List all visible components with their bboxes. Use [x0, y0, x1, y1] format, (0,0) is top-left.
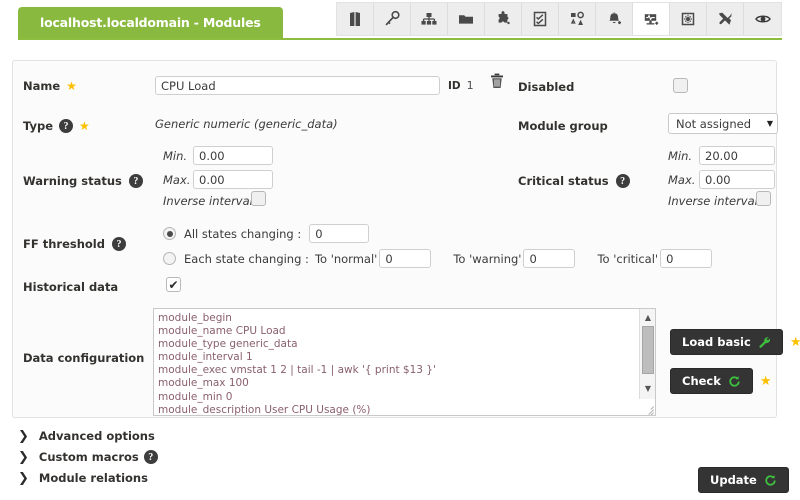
- critical-inverse-label: Inverse interval: [668, 194, 758, 208]
- bell-plus-icon[interactable]: [596, 3, 633, 35]
- critical-inverse-checkbox[interactable]: [756, 191, 771, 206]
- refresh-icon: [728, 375, 741, 388]
- custom-macros-help-icon[interactable]: ?: [143, 450, 158, 464]
- data-configuration-label: Data configuration: [23, 351, 145, 365]
- critical-status-label: Critical status: [518, 174, 609, 188]
- type-help-icon[interactable]: ?: [59, 119, 74, 133]
- trash-icon[interactable]: [489, 73, 505, 95]
- historical-data-label: Historical data: [23, 280, 119, 294]
- warning-min-label: Min.: [163, 149, 188, 163]
- textarea-resize-grip[interactable]: [639, 399, 655, 415]
- warning-status-label: Warning status: [23, 174, 122, 188]
- warning-inverse-checkbox[interactable]: [251, 191, 266, 206]
- ff-to-critical-input[interactable]: [660, 249, 713, 268]
- load-basic-star: ★: [789, 334, 800, 350]
- chevron-right-icon: ❯: [18, 470, 29, 486]
- accordion-custom-macros[interactable]: ❯ Custom macros ?: [14, 450, 158, 464]
- name-input[interactable]: [155, 76, 440, 95]
- puzzle-icon[interactable]: [485, 3, 522, 35]
- chevron-right-icon: ❯: [18, 449, 29, 465]
- update-button[interactable]: Update: [698, 467, 789, 493]
- accordion-label: Module relations: [38, 471, 148, 485]
- network-icon[interactable]: [411, 3, 448, 35]
- data-configuration-value: module_begin module_name CPU Load module…: [158, 312, 436, 415]
- warning-max-label: Max.: [163, 173, 191, 187]
- name-required-star: ★: [66, 79, 77, 93]
- ff-threshold-label: FF threshold: [23, 237, 105, 251]
- update-button-label: Update: [710, 473, 757, 487]
- folder-icon[interactable]: [448, 3, 485, 35]
- module-group-label: Module group: [518, 119, 608, 133]
- critical-min-input[interactable]: [699, 146, 775, 165]
- warning-inverse-label: Inverse interval: [163, 194, 253, 208]
- check-icon: ✔: [168, 277, 179, 292]
- ff-to-critical-label: To 'critical': [597, 251, 659, 266]
- critical-min-label: Min.: [668, 149, 693, 163]
- check-button[interactable]: Check: [670, 368, 753, 394]
- header-divider: [18, 38, 782, 40]
- name-label: Name: [23, 79, 61, 93]
- warning-status-help-icon[interactable]: ?: [128, 174, 143, 188]
- ff-to-warning-label: To 'warning': [453, 251, 522, 266]
- page-header: localhost.localdomain - Modules: [0, 0, 800, 46]
- disabled-checkbox[interactable]: [673, 78, 688, 93]
- ff-all-states-input[interactable]: [309, 224, 370, 243]
- top-toolbar: [336, 2, 782, 36]
- key-icon[interactable]: [374, 3, 411, 35]
- refresh-icon: [764, 474, 777, 487]
- servers-alert-icon[interactable]: [559, 3, 596, 35]
- ff-all-states-label: All states changing :: [184, 226, 302, 241]
- module-group-value: Not assigned: [676, 116, 751, 131]
- ff-threshold-help-icon[interactable]: ?: [111, 237, 126, 251]
- chevron-down-icon: ▼: [766, 119, 773, 128]
- ff-each-state-radio[interactable]: [163, 252, 176, 265]
- critical-max-label: Max.: [668, 173, 696, 187]
- ff-to-normal-input[interactable]: [379, 249, 432, 268]
- scroll-up-icon[interactable]: ▲: [640, 310, 656, 324]
- ff-to-warning-input[interactable]: [523, 249, 576, 268]
- accordion-module-relations[interactable]: ❯ Module relations: [14, 471, 148, 485]
- ff-each-state-label: Each state changing :: [184, 251, 309, 266]
- wrench-icon: [758, 336, 771, 349]
- data-configuration-textarea[interactable]: module_begin module_name CPU Load module…: [153, 308, 656, 416]
- warning-max-input[interactable]: [193, 170, 273, 189]
- gear-box-icon[interactable]: [670, 3, 707, 35]
- type-value: Generic numeric (generic_data): [155, 117, 338, 131]
- load-basic-label: Load basic: [682, 335, 751, 349]
- type-label: Type: [23, 119, 54, 133]
- ff-to-normal-label: To 'normal': [314, 251, 378, 266]
- accordion-advanced-options[interactable]: ❯ Advanced options: [14, 429, 155, 443]
- warning-min-input[interactable]: [193, 146, 273, 165]
- module-editor-page: localhost.localdomain - Modules Name ★ C…: [0, 0, 800, 500]
- eye-icon[interactable]: [744, 3, 781, 35]
- accordion-label: Custom macros: [38, 450, 139, 464]
- checklist-icon[interactable]: [522, 3, 559, 35]
- module-group-select[interactable]: Not assigned ▼: [668, 113, 778, 134]
- ff-all-states-radio[interactable]: [163, 227, 176, 240]
- accordion-label: Advanced options: [38, 429, 155, 443]
- historical-data-checkbox[interactable]: ✔: [166, 277, 181, 292]
- load-basic-button[interactable]: Load basic: [670, 329, 783, 355]
- scrollbar-thumb[interactable]: [642, 326, 654, 374]
- type-required-star: ★: [79, 119, 90, 133]
- page-title: localhost.localdomain - Modules: [18, 7, 283, 38]
- bank-icon[interactable]: [337, 3, 374, 35]
- chevron-right-icon: ❯: [18, 428, 29, 444]
- critical-max-input[interactable]: [699, 170, 775, 189]
- monitor-plus-icon[interactable]: [633, 3, 670, 35]
- disabled-label: Disabled: [518, 80, 575, 94]
- check-button-label: Check: [682, 374, 721, 388]
- id-label: ID: [448, 79, 461, 92]
- scroll-down-icon[interactable]: ▼: [640, 381, 656, 395]
- check-button-star: ★: [759, 373, 772, 389]
- critical-status-help-icon[interactable]: ?: [615, 174, 630, 188]
- tools-icon[interactable]: [707, 3, 744, 35]
- id-value: 1: [466, 79, 474, 92]
